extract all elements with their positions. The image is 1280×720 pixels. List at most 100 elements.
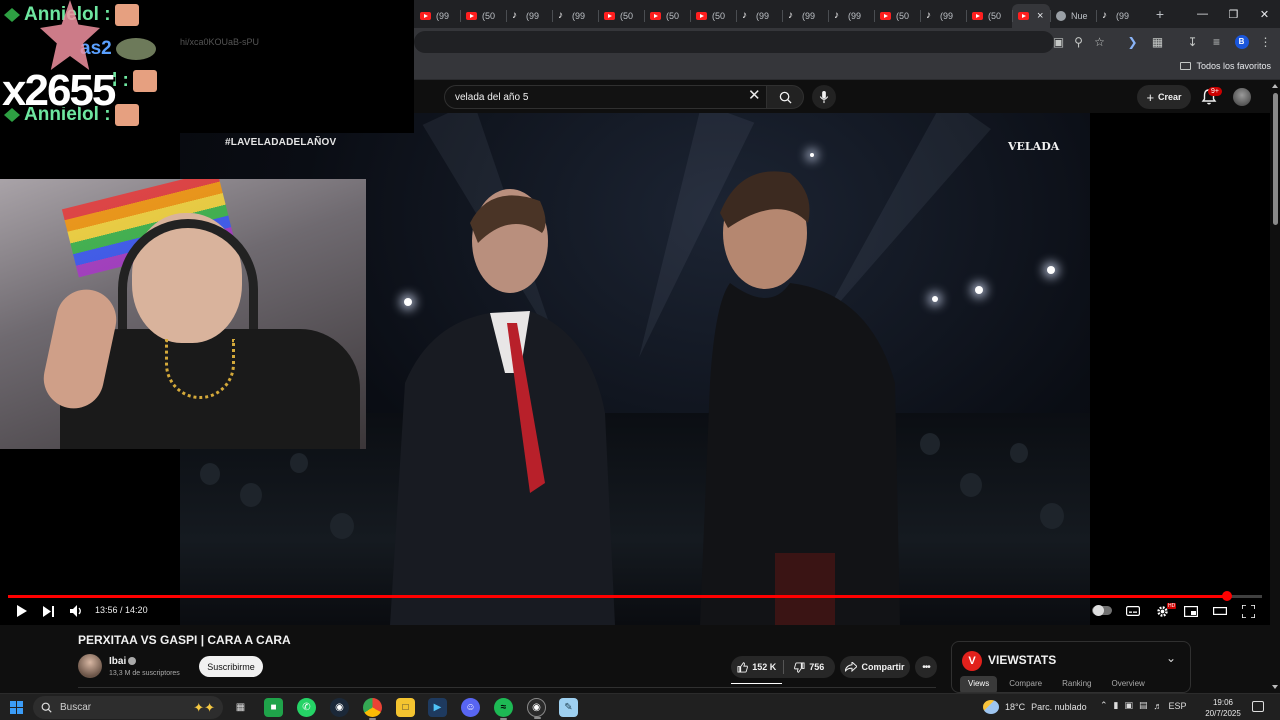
all-bookmarks-folder[interactable]: Todos los favoritos bbox=[1180, 61, 1271, 71]
microphone-icon bbox=[819, 90, 829, 103]
event-logo: VELADA bbox=[1008, 140, 1060, 153]
voice-search-button[interactable] bbox=[812, 85, 836, 109]
browser-tab[interactable]: ♪ (99 bbox=[552, 4, 598, 28]
subtitles-button[interactable] bbox=[1123, 602, 1143, 620]
spotify-app-icon[interactable]: ≈ bbox=[494, 698, 513, 720]
taskbar-search-placeholder: Buscar bbox=[60, 702, 92, 713]
tiktok-favicon-icon: ♪ bbox=[558, 10, 563, 21]
browser-tab[interactable]: ♪ (99 bbox=[736, 4, 782, 28]
chevron-down-icon[interactable]: ⌄ bbox=[1166, 651, 1176, 665]
play-button[interactable] bbox=[11, 602, 31, 620]
close-window-button[interactable]: ✕ bbox=[1249, 0, 1280, 28]
browser-tab[interactable]: ♪ (99 bbox=[506, 4, 552, 28]
microphone-tray-icon[interactable]: ▮ bbox=[1114, 700, 1119, 711]
subscribe-button[interactable]: Suscribirme bbox=[199, 656, 263, 677]
account-avatar[interactable] bbox=[1233, 88, 1251, 106]
bookmark-star-icon[interactable]: ☆ bbox=[1091, 33, 1108, 50]
browser-tab[interactable]: ♪ (99 bbox=[1096, 4, 1142, 28]
chrome-app-icon[interactable] bbox=[363, 698, 382, 720]
close-tab-icon[interactable]: × bbox=[1037, 10, 1043, 22]
weather-widget[interactable]: 18°C Parc. nublado bbox=[983, 700, 1087, 714]
tab-title: (50 bbox=[666, 11, 680, 21]
mute-button[interactable] bbox=[67, 602, 87, 620]
minecraft-app-icon[interactable]: ■ bbox=[264, 698, 283, 717]
network-icon[interactable]: ▤ bbox=[1139, 700, 1148, 711]
search-icon bbox=[779, 91, 792, 104]
browser-tab[interactable]: (50 bbox=[690, 4, 736, 28]
browser-tab[interactable]: (50 bbox=[598, 4, 644, 28]
search-button[interactable] bbox=[766, 85, 804, 109]
create-button[interactable]: + Crear bbox=[1137, 85, 1191, 109]
folder-icon bbox=[1180, 62, 1192, 70]
miniplayer-button[interactable] bbox=[1181, 602, 1201, 620]
next-button[interactable] bbox=[39, 602, 59, 620]
channel-avatar[interactable] bbox=[78, 654, 102, 678]
youtube-favicon-icon bbox=[972, 12, 983, 20]
notification-center-icon[interactable] bbox=[1252, 701, 1264, 712]
browser-tab[interactable]: ♪ (99 bbox=[782, 4, 828, 28]
divider bbox=[78, 687, 936, 688]
progress-bar[interactable] bbox=[8, 591, 1262, 601]
new-tab-button[interactable]: + bbox=[1150, 6, 1170, 22]
tab-title: (99 bbox=[756, 11, 770, 21]
scroll-up-arrow[interactable] bbox=[1272, 84, 1278, 88]
browser-tab[interactable]: ♪ (99 bbox=[828, 4, 874, 28]
browser-tab[interactable]: (50 bbox=[966, 4, 1012, 28]
obs-app-icon[interactable]: ◉ bbox=[527, 698, 546, 719]
browser-tab[interactable]: (50 bbox=[644, 4, 690, 28]
media-control-icon[interactable]: ≡ bbox=[1208, 33, 1225, 50]
channel-name[interactable]: Ibai bbox=[109, 656, 126, 667]
windows-start-icon[interactable] bbox=[10, 701, 23, 714]
discord-app-icon[interactable]: ☺ bbox=[461, 698, 480, 717]
task-view-icon[interactable]: ▦ bbox=[231, 698, 250, 717]
volume-tray-icon[interactable]: ♬ bbox=[1154, 701, 1163, 711]
download-icon[interactable]: ↧ bbox=[1184, 33, 1201, 50]
minimize-button[interactable]: — bbox=[1187, 0, 1218, 28]
browser-tab[interactable]: ♪ (99 bbox=[920, 4, 966, 28]
steam-app-icon[interactable]: ◉ bbox=[330, 698, 349, 717]
like-button[interactable]: 152 K bbox=[731, 661, 783, 673]
fullscreen-button[interactable] bbox=[1238, 602, 1258, 620]
browser-tab[interactable]: Nue bbox=[1050, 4, 1096, 28]
whatsapp-app-icon[interactable]: ✆ bbox=[297, 698, 316, 717]
profile-button[interactable]: B bbox=[1233, 33, 1250, 50]
install-app-icon[interactable]: ▣ bbox=[1050, 33, 1067, 50]
notification-count-badge: 9+ bbox=[1208, 87, 1222, 96]
chevron-up-icon[interactable]: ⌃ bbox=[1100, 700, 1108, 711]
media-app-icon[interactable]: ▶ bbox=[428, 698, 447, 717]
zoom-icon[interactable]: ⚲ bbox=[1070, 33, 1087, 50]
viewstats-tab-ranking[interactable]: Ranking bbox=[1054, 676, 1099, 692]
viewstats-tab-compare[interactable]: Compare bbox=[1001, 676, 1050, 692]
extensions-puzzle-icon[interactable]: ▦ bbox=[1149, 33, 1166, 50]
restore-button[interactable]: ❐ bbox=[1218, 0, 1249, 28]
address-bar[interactable] bbox=[414, 31, 1054, 53]
language-indicator[interactable]: ESP bbox=[1169, 701, 1187, 711]
browser-menu-icon[interactable]: ⋮ bbox=[1257, 33, 1274, 50]
hd-badge: HD bbox=[1167, 603, 1177, 609]
more-actions-button[interactable]: ••• bbox=[915, 656, 937, 678]
taskbar-search[interactable]: Buscar ✦✦ bbox=[33, 696, 223, 719]
time-display: 13:56 / 14:20 bbox=[95, 605, 148, 615]
autoplay-toggle[interactable] bbox=[1092, 605, 1112, 616]
viewstats-tab-views[interactable]: Views bbox=[960, 676, 998, 692]
browser-tab[interactable]: (50 bbox=[460, 4, 506, 28]
theater-mode-button[interactable] bbox=[1210, 602, 1230, 620]
share-button[interactable]: Compartir bbox=[840, 656, 910, 678]
capture-tray-icon[interactable]: ▣ bbox=[1125, 700, 1134, 711]
notes-app-icon[interactable]: ✎ bbox=[559, 698, 578, 717]
scroll-down-arrow[interactable] bbox=[1272, 685, 1278, 689]
thumbs-down-icon bbox=[794, 661, 805, 673]
browser-tab[interactable]: × bbox=[1012, 4, 1050, 28]
clear-search-icon[interactable]: ✕ bbox=[748, 88, 761, 104]
file-explorer-icon[interactable]: □ bbox=[396, 698, 415, 717]
page-scrollbar[interactable] bbox=[1270, 81, 1280, 693]
tab-title: (50 bbox=[896, 11, 910, 21]
viewstats-tab-overview[interactable]: Overview bbox=[1103, 676, 1152, 692]
dislike-button[interactable]: 756 bbox=[784, 661, 836, 673]
taskbar-clock[interactable]: 19:06 20/7/2025 bbox=[1202, 697, 1244, 719]
browser-tab[interactable]: (50 bbox=[874, 4, 920, 28]
scrollbar-thumb[interactable] bbox=[1273, 93, 1278, 225]
browser-tab[interactable]: (99 bbox=[414, 4, 460, 28]
extension-icon[interactable]: ❯ bbox=[1124, 33, 1141, 50]
search-input[interactable]: velada del año 5 bbox=[444, 85, 772, 109]
